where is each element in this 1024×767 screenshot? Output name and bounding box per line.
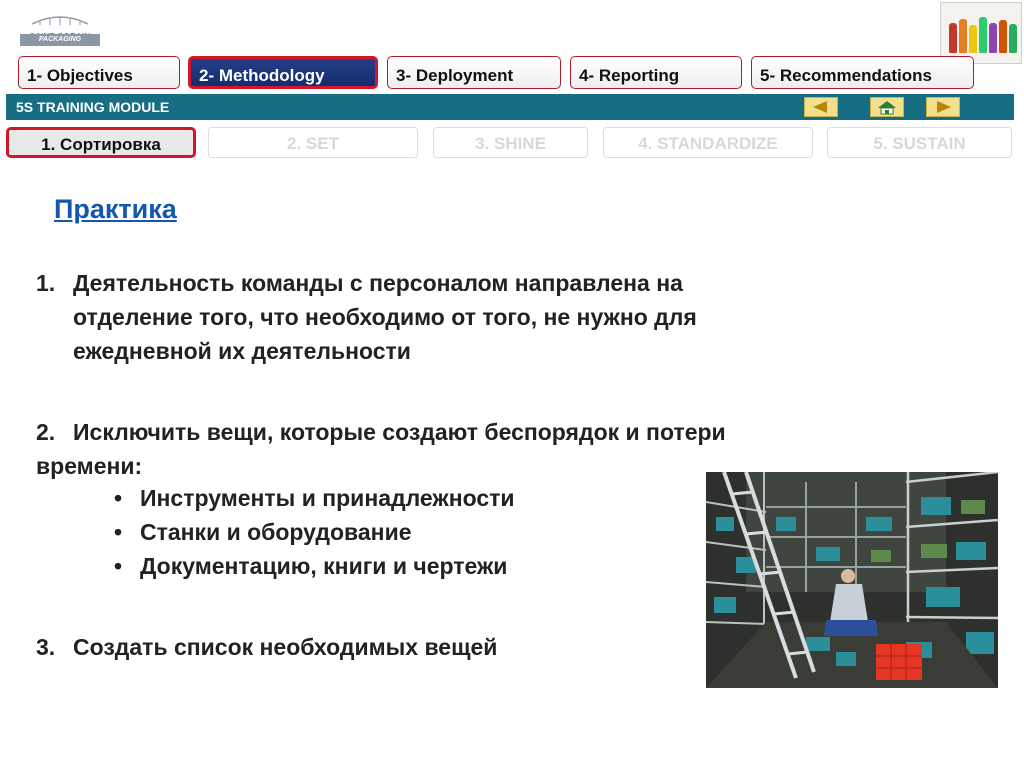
module-title: 5S TRAINING MODULE (16, 99, 170, 115)
list-item: • Станки и оборудование (114, 519, 412, 545)
item2-line1: Исключить вещи, которые создают беспоряд… (73, 419, 726, 445)
list-item: • Инструменты и принадлежности (114, 485, 515, 511)
item1-line3: ежедневной их деятельности (73, 338, 411, 364)
tab-objectives[interactable]: 1- Objectives (18, 56, 180, 89)
item3-number: 3. (36, 634, 56, 660)
home-button[interactable] (870, 97, 904, 117)
main-nav-tabs: 1- Objectives 2- Methodology 3- Deployme… (0, 56, 1024, 90)
item1-line1: Деятельность команды с персоналом направ… (73, 270, 683, 296)
bottle-icon (989, 23, 997, 53)
step-sort[interactable]: 1. Сортировка (6, 127, 196, 158)
saint-gobain-logo: SAINT-GOBAIN PACKAGING (14, 12, 106, 48)
list-item: • Документацию, книги и чертежи (114, 553, 508, 579)
item1-number: 1. (36, 270, 56, 296)
step-shine[interactable]: 3. SHINE (433, 127, 588, 158)
step-set[interactable]: 2. SET (208, 127, 418, 158)
bottles-thumbnail (940, 2, 1022, 64)
bottle-icon (999, 20, 1007, 53)
brand-division: PACKAGING (20, 34, 100, 46)
item2-number: 2. (36, 419, 56, 445)
step-sustain[interactable]: 5. SUSTAIN (827, 127, 1012, 158)
item1-line2: отделение того, что необходимо от того, … (73, 304, 697, 330)
tab-methodology[interactable]: 2- Methodology (188, 56, 378, 89)
arrow-right-icon (937, 101, 951, 113)
tab-recommendations[interactable]: 5- Recommendations (751, 56, 974, 89)
bottle-icon (1009, 24, 1017, 53)
item2-line2: времени: (36, 453, 143, 479)
prev-button[interactable] (804, 97, 838, 117)
tab-reporting[interactable]: 4- Reporting (570, 56, 742, 89)
step-standardize[interactable]: 4. STANDARDIZE (603, 127, 813, 158)
arrow-left-icon (813, 101, 827, 113)
warehouse-photo (706, 472, 998, 688)
bottle-icon (949, 23, 957, 53)
home-icon (878, 101, 896, 115)
bottle-icon (959, 19, 967, 53)
page-title: Практика (54, 194, 177, 224)
item3-line1: Создать список необходимых вещей (73, 634, 498, 660)
tab-deployment[interactable]: 3- Deployment (387, 56, 561, 89)
bottle-icon (979, 17, 987, 53)
module-bar: 5S TRAINING MODULE (6, 94, 1014, 120)
next-button[interactable] (926, 97, 960, 117)
bottle-icon (969, 25, 977, 53)
